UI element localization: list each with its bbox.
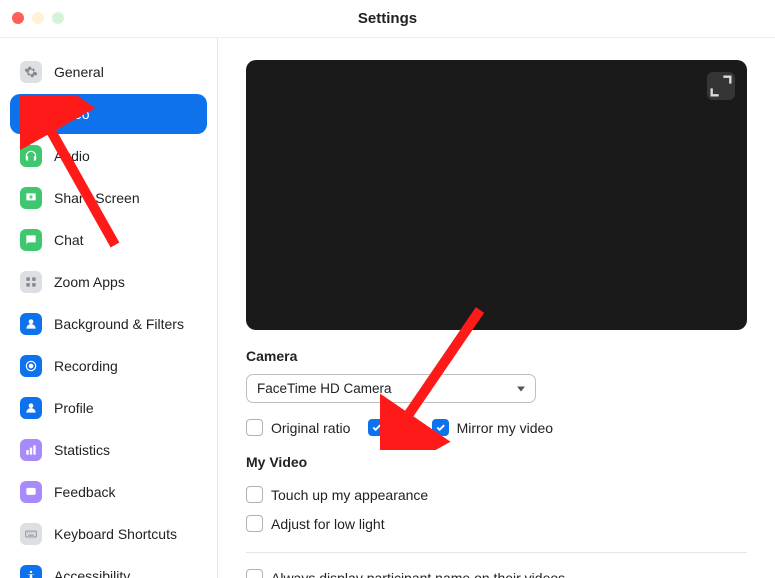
checkbox-label: Adjust for low light: [271, 516, 385, 532]
sidebar-item-label: Keyboard Shortcuts: [54, 526, 177, 542]
checkbox-icon: [246, 515, 263, 532]
sidebar-item-label: Accessibility: [54, 568, 130, 578]
gear-icon: [20, 61, 42, 83]
record-icon: [20, 355, 42, 377]
checkbox-label: HD: [393, 420, 413, 436]
checkbox-label: Mirror my video: [457, 420, 553, 436]
stats-icon: [20, 439, 42, 461]
titlebar: Settings: [0, 0, 775, 38]
keyboard-icon: [20, 523, 42, 545]
apps-icon: [20, 271, 42, 293]
video-preview: [246, 60, 747, 330]
sidebar-item-background-filters[interactable]: Background & Filters: [10, 304, 207, 344]
sidebar-item-label: Share Screen: [54, 190, 140, 206]
mirror-video-checkbox[interactable]: Mirror my video: [432, 419, 553, 436]
share-icon: [20, 187, 42, 209]
camera-section-label: Camera: [246, 348, 747, 364]
sidebar-item-label: General: [54, 64, 104, 80]
sidebar-item-feedback[interactable]: Feedback: [10, 472, 207, 512]
sidebar-item-label: Profile: [54, 400, 94, 416]
sidebar-item-label: Audio: [54, 148, 90, 164]
accessibility-icon: [20, 565, 42, 578]
video-icon: [20, 103, 42, 125]
window-title: Settings: [358, 10, 417, 27]
person-icon: [20, 313, 42, 335]
sidebar-item-chat[interactable]: Chat: [10, 220, 207, 260]
sidebar-item-video[interactable]: Video: [10, 94, 207, 134]
sidebar-item-label: Recording: [54, 358, 118, 374]
sidebar-item-label: Video: [54, 106, 90, 122]
low-light-checkbox[interactable]: Adjust for low light: [246, 515, 385, 532]
sidebar-item-label: Feedback: [54, 484, 115, 500]
sidebar-item-label: Zoom Apps: [54, 274, 125, 290]
participant-name-checkbox[interactable]: Always display participant name on their…: [246, 569, 565, 578]
expand-preview-button[interactable]: [707, 72, 735, 100]
sidebar-item-recording[interactable]: Recording: [10, 346, 207, 386]
sidebar-item-label: Background & Filters: [54, 316, 184, 332]
close-window-button[interactable]: [12, 12, 24, 24]
checkbox-icon: [246, 419, 263, 436]
settings-sidebar: General Video Audio Share Screen Chat Zoom Ap…: [0, 38, 218, 578]
my-video-section-label: My Video: [246, 454, 747, 470]
sidebar-item-label: Statistics: [54, 442, 110, 458]
divider: [246, 552, 747, 553]
hd-checkbox[interactable]: HD: [368, 419, 413, 436]
window-controls: [12, 12, 64, 24]
checkbox-label: Touch up my appearance: [271, 487, 428, 503]
sidebar-item-statistics[interactable]: Statistics: [10, 430, 207, 470]
chat-icon: [20, 229, 42, 251]
sidebar-item-audio[interactable]: Audio: [10, 136, 207, 176]
sidebar-item-zoom-apps[interactable]: Zoom Apps: [10, 262, 207, 302]
checkbox-label: Always display participant name on their…: [271, 570, 565, 578]
headphones-icon: [20, 145, 42, 167]
sidebar-item-keyboard-shortcuts[interactable]: Keyboard Shortcuts: [10, 514, 207, 554]
settings-content: Camera FaceTime HD Camera Original ratio…: [218, 38, 775, 578]
touch-up-checkbox[interactable]: Touch up my appearance: [246, 486, 428, 503]
checkbox-icon: [246, 569, 263, 578]
sidebar-item-accessibility[interactable]: Accessibility: [10, 556, 207, 578]
checkbox-label: Original ratio: [271, 420, 350, 436]
minimize-window-button[interactable]: [32, 12, 44, 24]
sidebar-item-share-screen[interactable]: Share Screen: [10, 178, 207, 218]
original-ratio-checkbox[interactable]: Original ratio: [246, 419, 350, 436]
sidebar-item-general[interactable]: General: [10, 52, 207, 92]
checkbox-icon: [368, 419, 385, 436]
camera-select[interactable]: FaceTime HD Camera: [246, 374, 536, 403]
sidebar-item-profile[interactable]: Profile: [10, 388, 207, 428]
feedback-icon: [20, 481, 42, 503]
checkbox-icon: [432, 419, 449, 436]
camera-select-value: FaceTime HD Camera: [257, 381, 392, 396]
maximize-window-button[interactable]: [52, 12, 64, 24]
profile-icon: [20, 397, 42, 419]
checkbox-icon: [246, 486, 263, 503]
sidebar-item-label: Chat: [54, 232, 84, 248]
